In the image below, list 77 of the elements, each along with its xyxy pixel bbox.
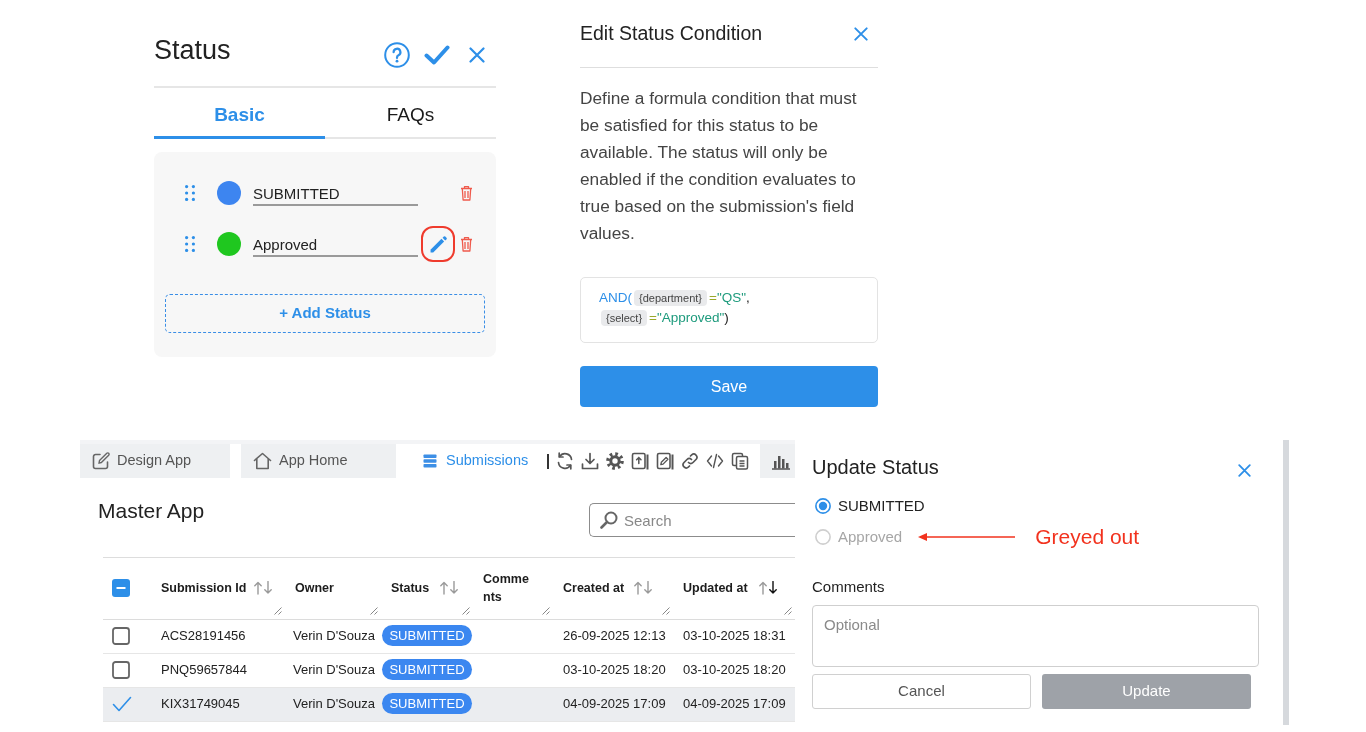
edit-button[interactable] — [421, 226, 455, 262]
resize-grip-icon[interactable] — [370, 606, 378, 615]
radio-icon[interactable] — [815, 498, 831, 514]
comments-field[interactable]: Optional — [812, 605, 1259, 667]
status-badge: SUBMITTED — [382, 658, 472, 680]
square-pencil-icon[interactable] — [655, 452, 674, 470]
column-header: Owner — [295, 579, 334, 597]
status-name-field[interactable]: Approved — [253, 236, 418, 257]
close-icon[interactable] — [854, 27, 868, 41]
panel-title: Edit Status Condition — [580, 21, 763, 45]
arrow-icon — [918, 532, 1016, 542]
checkbox-icon[interactable] — [112, 627, 130, 645]
tab[interactable]: Design App — [80, 444, 230, 478]
chart-tab[interactable] — [759, 444, 795, 478]
list-icon — [423, 454, 437, 468]
status-name-field[interactable]: SUBMITTED — [253, 185, 418, 206]
table-cell: Verin D'Souza — [293, 628, 375, 644]
description-text: Define a formula condition that must be satisfied for this status to be available. The status will only be enabled if the condition evaluates to true based on the submission's field values. — [580, 87, 858, 245]
link-icon[interactable] — [680, 452, 699, 470]
close-icon[interactable] — [1238, 463, 1251, 477]
status-badge: SUBMITTED — [382, 624, 472, 646]
field-label: Comments — [812, 577, 886, 597]
tab[interactable]: FAQs — [325, 88, 496, 139]
app-title: Master App — [98, 498, 205, 524]
edit-square-icon — [92, 452, 110, 470]
table-cell: KIX31749045 — [161, 696, 240, 712]
refresh-icon[interactable] — [555, 452, 574, 470]
drag-handle-icon[interactable] — [185, 185, 195, 201]
sort-arrows-icon[interactable] — [758, 581, 778, 596]
radio-label[interactable]: SUBMITTED — [838, 494, 925, 518]
close-icon[interactable] — [469, 47, 485, 63]
resize-grip-icon[interactable] — [662, 606, 670, 615]
check-icon[interactable] — [112, 696, 132, 712]
tab[interactable]: App Home — [241, 444, 396, 478]
house-icon — [253, 452, 272, 470]
resize-grip-icon[interactable] — [542, 606, 550, 615]
table-cell: 03-10-2025 18:20 — [563, 662, 666, 678]
search-field[interactable]: Search — [589, 503, 795, 537]
table-cell: 26-09-2025 12:13 — [563, 628, 666, 644]
minus-checkbox-icon[interactable] — [112, 579, 130, 598]
column-header[interactable]: Updated at — [683, 578, 748, 598]
update-button: Update — [1041, 674, 1251, 709]
resize-grip-icon[interactable] — [784, 606, 792, 615]
table-cell: 04-09-2025 17:09 — [563, 696, 666, 712]
panel-title: Update Status — [812, 455, 939, 479]
help-icon[interactable] — [384, 42, 410, 68]
column-header: Comments — [483, 571, 530, 607]
search-icon — [600, 511, 618, 529]
column-header[interactable]: Created at — [563, 578, 625, 598]
pencil-icon — [429, 235, 447, 253]
table-cell: 03-10-2025 18:20 — [683, 662, 786, 678]
copy-icon[interactable] — [730, 452, 749, 470]
status-badge: SUBMITTED — [382, 692, 472, 714]
radio-label: Approved — [838, 526, 903, 547]
check-icon[interactable] — [424, 45, 450, 65]
resize-grip-icon[interactable] — [274, 606, 282, 615]
download-icon[interactable] — [580, 452, 599, 470]
scrollbar[interactable] — [1283, 440, 1289, 725]
table-cell: 03-10-2025 18:31 — [683, 628, 786, 644]
table-cell: Verin D'Souza — [293, 696, 375, 712]
panel-title: Status — [154, 34, 231, 66]
gear-icon[interactable] — [605, 452, 624, 470]
column-header[interactable]: Status — [391, 578, 430, 598]
checkbox-icon[interactable] — [112, 661, 130, 679]
trash-icon[interactable] — [460, 185, 473, 201]
formula-editor[interactable]: AND( {department} ="QS", {select} ="Approved") — [580, 277, 878, 343]
table-cell: 04-09-2025 17:09 — [683, 696, 786, 712]
table-cell: PNQ59657844 — [161, 662, 247, 678]
column-header[interactable]: Submission Id — [161, 578, 247, 598]
resize-grip-icon[interactable] — [462, 606, 470, 615]
trash-icon[interactable] — [460, 236, 473, 252]
annotation-text: Greyed out — [1035, 524, 1140, 551]
cancel-button[interactable]: Cancel — [812, 674, 1031, 709]
code-icon[interactable] — [705, 452, 724, 470]
table-cell: ACS28191456 — [161, 628, 246, 644]
table-cell: Verin D'Souza — [293, 662, 375, 678]
drag-handle-icon[interactable] — [185, 236, 195, 252]
